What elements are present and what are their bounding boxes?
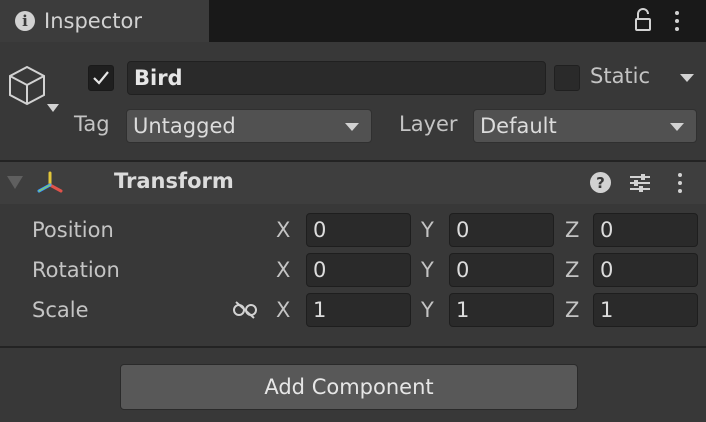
- axis-z-label[interactable]: Z: [565, 258, 579, 282]
- lock-icon[interactable]: [633, 8, 653, 32]
- scale-x-field[interactable]: 1: [306, 293, 411, 327]
- foldout-arrow-icon[interactable]: [7, 176, 23, 189]
- layer-select[interactable]: Default: [473, 109, 697, 143]
- scale-label: Scale: [32, 298, 89, 322]
- position-z-field[interactable]: 0: [593, 213, 698, 247]
- rotation-label: Rotation: [32, 258, 120, 282]
- name-field[interactable]: Bird: [127, 61, 546, 95]
- divider: [0, 346, 706, 348]
- add-component-button[interactable]: Add Component: [120, 364, 578, 410]
- tab-title: Inspector: [44, 9, 142, 33]
- window-menu-icon[interactable]: [674, 0, 680, 42]
- info-icon: i: [15, 11, 35, 31]
- chevron-down-icon: [345, 123, 359, 131]
- axis-y-label[interactable]: Y: [421, 298, 434, 322]
- static-dropdown-arrow-icon[interactable]: [680, 74, 694, 82]
- axis-x-label[interactable]: X: [276, 298, 290, 322]
- axis-y-label[interactable]: Y: [421, 218, 434, 242]
- layer-value: Default: [480, 114, 557, 138]
- position-x-field[interactable]: 0: [306, 213, 411, 247]
- unlinked-chain-icon[interactable]: [232, 299, 258, 321]
- transform-axes-icon: [36, 170, 64, 196]
- component-menu-icon[interactable]: [677, 162, 683, 204]
- tag-value: Untagged: [133, 114, 236, 138]
- axis-x-label[interactable]: X: [276, 218, 290, 242]
- tag-select[interactable]: Untagged: [126, 109, 372, 143]
- scale-y-field[interactable]: 1: [449, 293, 554, 327]
- layer-label: Layer: [399, 112, 458, 136]
- axis-z-label[interactable]: Z: [565, 298, 579, 322]
- axis-z-label[interactable]: Z: [565, 218, 579, 242]
- rotation-x-field[interactable]: 0: [306, 253, 411, 287]
- axis-y-label[interactable]: Y: [421, 258, 434, 282]
- axis-x-label[interactable]: X: [276, 258, 290, 282]
- rotation-y-field[interactable]: 0: [449, 253, 554, 287]
- transform-title: Transform: [114, 169, 234, 193]
- help-icon[interactable]: ?: [590, 172, 611, 193]
- static-label: Static: [590, 64, 651, 88]
- position-label: Position: [32, 218, 114, 242]
- active-checkbox[interactable]: [88, 65, 114, 91]
- static-checkbox[interactable]: [554, 65, 580, 91]
- presets-sliders-icon[interactable]: [628, 172, 652, 194]
- rotation-z-field[interactable]: 0: [593, 253, 698, 287]
- chevron-down-icon: [670, 123, 684, 131]
- tag-label: Tag: [74, 112, 110, 136]
- cube-icon[interactable]: [5, 64, 49, 110]
- scale-z-field[interactable]: 1: [593, 293, 698, 327]
- icon-dropdown-arrow-icon[interactable]: [47, 104, 59, 112]
- tab-inspector[interactable]: i Inspector: [0, 0, 209, 42]
- position-y-field[interactable]: 0: [449, 213, 554, 247]
